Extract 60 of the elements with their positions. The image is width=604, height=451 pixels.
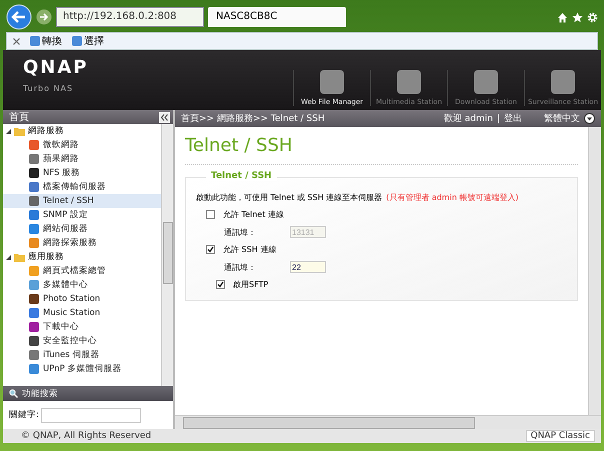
tree-group[interactable]: 應用服務 <box>28 251 64 263</box>
warning-text: (只有管理者 admin 帳號可遠端登入) <box>386 192 519 203</box>
checkbox[interactable] <box>206 245 215 254</box>
sidebar-title: 首頁 <box>9 111 29 124</box>
port-label: 通訊埠： <box>224 226 257 238</box>
tree-item[interactable]: 微軟網路 <box>3 138 161 152</box>
search-icon <box>9 389 18 398</box>
port-label: 通訊埠： <box>224 262 257 272</box>
page-title: Telnet / SSH <box>185 135 578 165</box>
close-icon[interactable] <box>13 38 20 44</box>
theme-selector[interactable]: QNAP Classic <box>526 430 595 442</box>
tree-item[interactable]: 安全監控中心 <box>3 334 161 348</box>
checkbox-label: 允許 Telnet 連線 <box>223 209 284 220</box>
tree-item[interactable]: 多媒體中心 <box>3 278 161 292</box>
tree-item[interactable]: 蘋果網路 <box>3 152 161 166</box>
keyword-field[interactable] <box>40 408 141 422</box>
tree-item[interactable]: Telnet / SSH <box>3 194 161 208</box>
expander-icon[interactable] <box>6 128 11 134</box>
tree-item[interactable]: 網路探索服務 <box>3 236 161 250</box>
checkbox-label: 允許 SSH 連線 <box>223 244 276 255</box>
language-selector[interactable]: 繁體中文 <box>544 112 580 125</box>
tree-item[interactable]: Photo Station <box>3 292 161 306</box>
folder-icon <box>14 126 25 136</box>
toolbar-button[interactable]: 轉換 <box>30 34 62 48</box>
tree-item[interactable]: NFS 服務 <box>3 166 161 180</box>
description: 啟動此功能，可使用 Telnet 或 SSH 連線至本伺服器 <box>196 192 382 203</box>
breadcrumb: 首頁>> 網路服務>> Telnet / SSH <box>181 112 325 125</box>
forward-button[interactable] <box>36 9 52 25</box>
browser-tab[interactable]: NASC8CB8C <box>208 7 346 27</box>
copyright: © QNAP, All Rights Reserved <box>21 431 152 441</box>
logout-link[interactable]: 登出 <box>504 112 522 125</box>
folder-icon <box>14 252 25 262</box>
logo: QNAP <box>23 57 88 78</box>
search-title: 功能搜索 <box>22 388 58 400</box>
toolbar-button[interactable]: 選擇 <box>72 34 104 48</box>
separator: | <box>496 114 500 124</box>
tree-item[interactable]: 網頁式檔案總管 <box>3 264 161 278</box>
dropdown-icon[interactable] <box>584 113 595 124</box>
logo-subtitle: Turbo NAS <box>23 84 74 93</box>
tree-group[interactable]: 網路服務 <box>28 125 64 137</box>
tree-item[interactable]: 網站伺服器 <box>3 222 161 236</box>
tree-item[interactable]: iTunes 伺服器 <box>3 348 161 362</box>
keyword-label: 關鍵字: <box>9 409 39 421</box>
tree-item[interactable]: 檔案傳輸伺服器 <box>3 180 161 194</box>
section-title: Telnet / SSH <box>206 171 277 181</box>
address-bar[interactable]: http://192.168.0.2:808 <box>56 7 204 27</box>
tree-item[interactable]: UPnP 多媒體伺服器 <box>3 362 161 376</box>
settings-icon[interactable] <box>587 12 598 22</box>
expander-icon[interactable] <box>6 254 11 260</box>
checkbox-label: 啟用SFTP <box>233 279 268 290</box>
welcome-text: 歡迎 admin <box>444 112 493 125</box>
port-field[interactable]: 22 <box>290 261 326 273</box>
star-icon[interactable] <box>572 12 583 22</box>
tree-item[interactable]: 下載中心 <box>3 320 161 334</box>
checkbox[interactable] <box>216 280 225 289</box>
collapse-button[interactable] <box>159 112 170 122</box>
tree-item[interactable]: Music Station <box>3 306 161 320</box>
tree-item[interactable]: SNMP 設定 <box>3 208 161 222</box>
back-button[interactable] <box>6 4 32 30</box>
home-icon[interactable] <box>557 12 568 22</box>
